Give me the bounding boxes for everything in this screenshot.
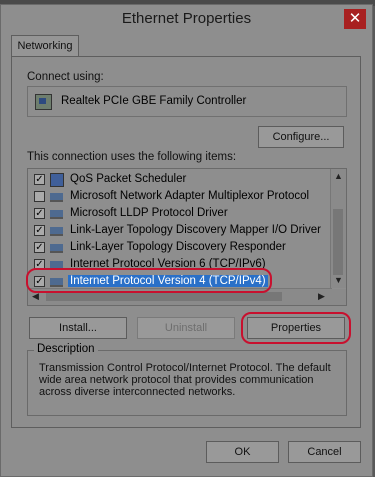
adapter-name: Realtek PCIe GBE Family Controller — [61, 95, 247, 107]
horizontal-scroll-thumb[interactable] — [46, 292, 282, 301]
protocol-icon — [50, 227, 63, 236]
protocol-icon — [50, 244, 63, 253]
protocol-icon — [50, 210, 63, 219]
scroll-down-icon[interactable]: ▼ — [334, 275, 343, 285]
description-label: Description — [34, 343, 98, 355]
tab-networking[interactable]: Networking — [11, 35, 79, 57]
uninstall-button[interactable]: Uninstall — [137, 317, 235, 339]
vertical-scroll-thumb[interactable] — [333, 209, 343, 275]
list-item[interactable]: ✓ Link-Layer Topology Discovery Responde… — [28, 239, 333, 256]
vertical-scrollbar[interactable]: ▲ ▼ — [330, 169, 346, 288]
list-item[interactable]: ✓ Microsoft LLDP Protocol Driver — [28, 205, 333, 222]
connect-using-label: Connect using: — [27, 71, 104, 83]
protocol-icon — [50, 193, 63, 202]
checkbox[interactable]: ✓ — [34, 174, 45, 185]
checkbox[interactable]: ✓ — [34, 208, 45, 219]
window-title: Ethernet Properties — [121, 10, 252, 27]
scroll-up-icon[interactable]: ▲ — [334, 171, 343, 181]
checkbox[interactable]: ✓ — [34, 225, 45, 236]
install-button[interactable]: Install... — [29, 317, 127, 339]
item-label: Microsoft LLDP Protocol Driver — [70, 207, 228, 219]
description-text: Transmission Control Protocol/Internet P… — [39, 362, 331, 398]
items-label: This connection uses the following items… — [27, 151, 237, 163]
checkbox[interactable] — [34, 191, 45, 202]
scroll-right-icon[interactable]: ▶ — [318, 291, 325, 302]
adapter-box: Realtek PCIe GBE Family Controller — [27, 86, 347, 117]
network-adapter-icon — [35, 94, 52, 110]
item-label: Link-Layer Topology Discovery Responder — [70, 241, 286, 253]
list-item[interactable]: ✓ QoS Packet Scheduler — [28, 171, 333, 188]
qos-scheduler-icon — [50, 173, 64, 187]
list-item[interactable]: ✓ Link-Layer Topology Discovery Mapper I… — [28, 222, 333, 239]
properties-highlight-ring — [241, 312, 351, 344]
item-label: Microsoft Network Adapter Multiplexor Pr… — [70, 190, 310, 202]
configure-button[interactable]: Configure... — [258, 126, 344, 148]
checkbox[interactable]: ✓ — [34, 242, 45, 253]
scroll-corner — [331, 289, 346, 305]
item-label: Link-Layer Topology Discovery Mapper I/O… — [70, 224, 321, 236]
ok-button[interactable]: OK — [206, 441, 279, 463]
cancel-button[interactable]: Cancel — [288, 441, 361, 463]
item-label: QoS Packet Scheduler — [70, 173, 187, 185]
list-item[interactable]: Microsoft Network Adapter Multiplexor Pr… — [28, 188, 333, 205]
close-button[interactable]: ✕ — [344, 9, 366, 29]
title-bar[interactable]: Ethernet Properties ✕ — [1, 5, 372, 35]
ipv4-highlight-ring — [26, 268, 272, 293]
